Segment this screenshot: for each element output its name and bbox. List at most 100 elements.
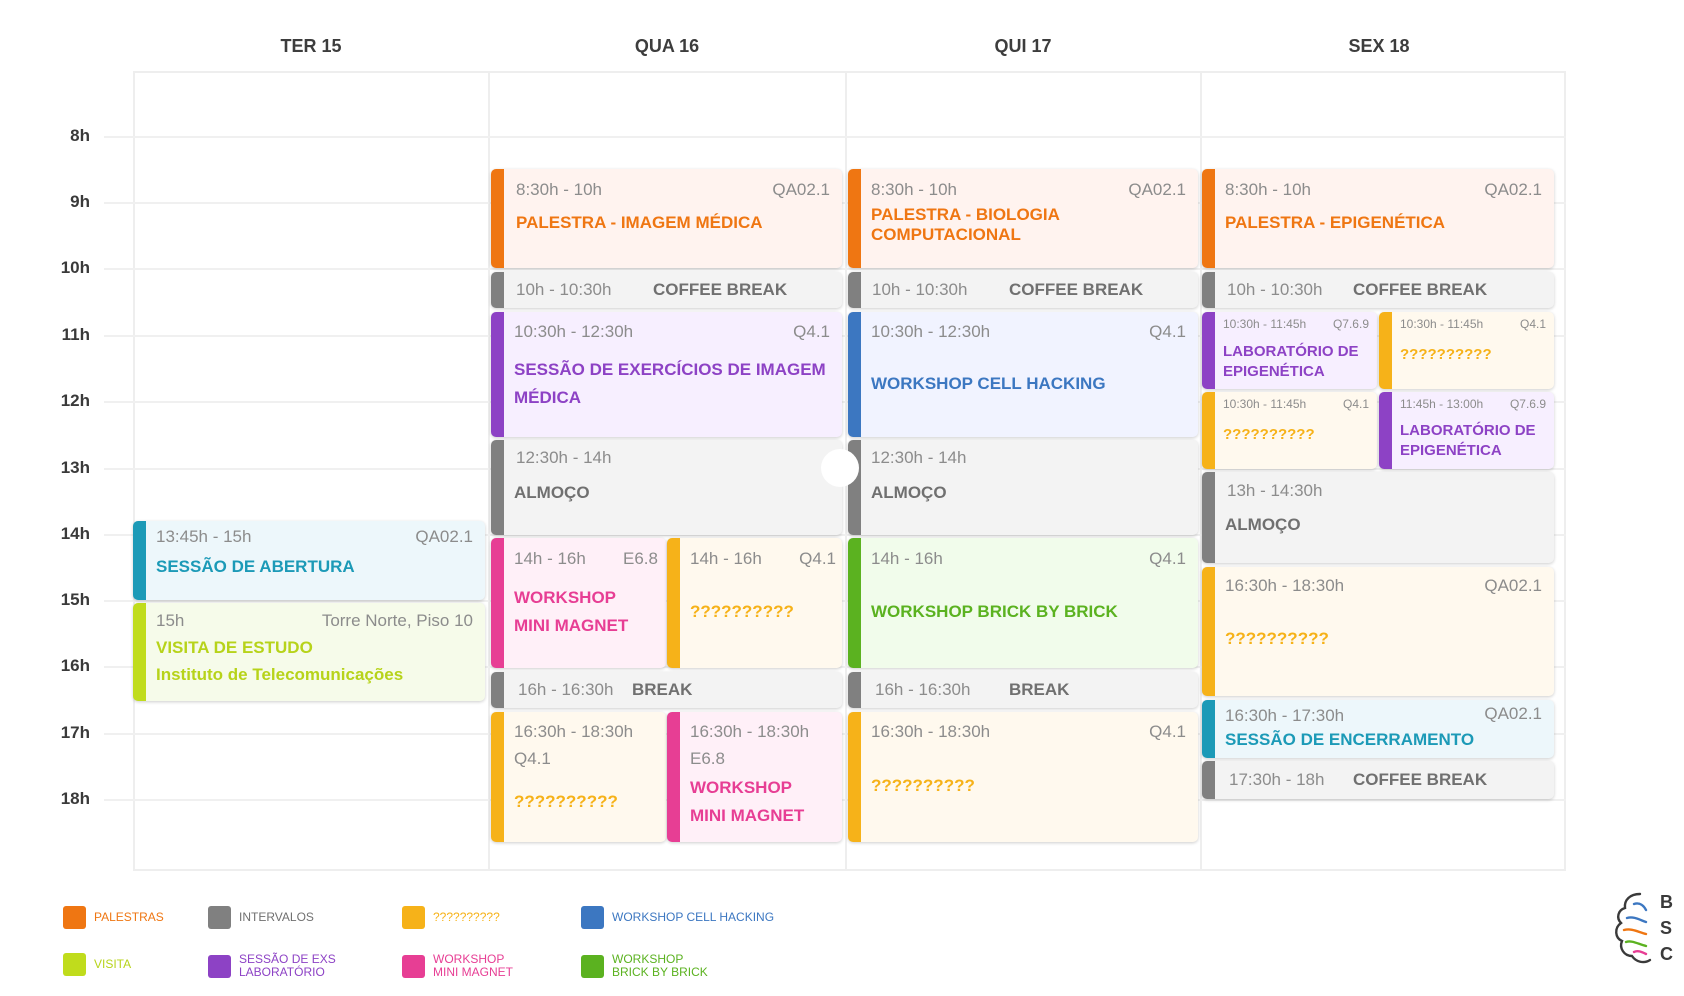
legend-label: INTERVALOS — [239, 910, 314, 924]
event-time: 13:45h - 15h — [156, 527, 252, 546]
event-laboratorio-epigenetica[interactable]: 10:30h - 11:45h Q7.6.9 LABORATÓRIO DE EP… — [1202, 312, 1377, 389]
event-room: Q7.6.9 — [1509, 397, 1546, 411]
event-workshop-brick-by-brick[interactable]: 14h - 16h Q4.1 WORKSHOP BRICK BY BRICK — [848, 538, 1198, 668]
event-title: ?????????? — [871, 776, 975, 795]
legend-swatch — [581, 906, 604, 929]
event-sessao-abertura[interactable]: 13:45h - 15h QA02.1 SESSÃO DE ABERTURA — [133, 521, 485, 600]
legend-label: VISITA — [94, 957, 132, 971]
event-time: 10:30h - 12:30h — [514, 322, 634, 341]
legend-label: PALESTRAS — [94, 910, 164, 924]
event-almoco[interactable]: 13h - 14:30h ALMOÇO — [1202, 472, 1554, 563]
event-title: COFFEE BREAK — [653, 280, 788, 299]
event-tba[interactable]: 10:30h - 11:45h Q4.1 ?????????? — [1202, 392, 1377, 469]
event-coffee-break[interactable]: 10h - 10:30h COFFEE BREAK — [491, 272, 842, 308]
event-coffee-break[interactable]: 17:30h - 18h COFFEE BREAK — [1202, 761, 1554, 799]
legend-swatch — [402, 906, 425, 929]
event-workshop-cell-hacking[interactable]: 10:30h - 12:30h Q4.1 WORKSHOP CELL HACKI… — [848, 312, 1198, 437]
event-time: 10h - 10:30h — [1227, 280, 1323, 299]
event-title: PALESTRA - BIOLOGIA COMPUTACIONAL — [871, 205, 1060, 244]
event-time: 11:45h - 13:00h — [1400, 397, 1484, 411]
event-sessao-exercicios[interactable]: 10:30h - 12:30h Q4.1 SESSÃO DE EXERCÍCIO… — [491, 312, 842, 437]
event-coffee-break[interactable]: 10h - 10:30h COFFEE BREAK — [848, 272, 1198, 308]
event-time: 14h - 16h — [514, 549, 586, 568]
event-time: 16:30h - 18:30h — [514, 722, 634, 741]
legend-intervalos: INTERVALOS — [208, 906, 314, 929]
event-sessao-encerramento[interactable]: 16:30h - 17:30h QA02.1 SESSÃO DE ENCERRA… — [1202, 700, 1554, 758]
hour-label: 17h — [60, 723, 90, 742]
event-visita-estudo[interactable]: 15h Torre Norte, Piso 10 VISITA DE ESTUD… — [133, 603, 485, 701]
event-tba[interactable]: 10:30h - 11:45h Q4.1 ?????????? — [1379, 312, 1554, 389]
event-title: ALMOÇO — [514, 483, 590, 502]
logo-letter-c: C — [1660, 944, 1673, 964]
event-time: 8:30h - 10h — [871, 180, 958, 199]
event-title: LABORATÓRIO DE EPIGENÉTICA — [1223, 343, 1359, 380]
event-palestra-epigenetica[interactable]: 8:30h - 10h QA02.1 PALESTRA - EPIGENÉTIC… — [1202, 169, 1554, 268]
event-title: WORKSHOP MINI MAGNET — [690, 778, 805, 825]
legend-sessao-exs-laboratorio: SESSÃO DE EXS LABORATÓRIO — [208, 953, 336, 979]
legend-visita: VISITA — [63, 953, 131, 976]
event-time: 13h - 14:30h — [1227, 481, 1323, 500]
event-palestra-biologia[interactable]: 8:30h - 10h QA02.1 PALESTRA - BIOLOGIA C… — [848, 169, 1198, 268]
event-time: 10:30h - 12:30h — [871, 322, 991, 341]
event-title: ?????????? — [1400, 346, 1492, 363]
event-time: 8:30h - 10h — [1225, 180, 1312, 199]
event-time: 16h - 16:30h — [875, 680, 971, 699]
event-room: QA02.1 — [415, 527, 473, 546]
hour-label: 10h — [60, 258, 90, 277]
event-palestra-imagem-medica[interactable]: 8:30h - 10h QA02.1 PALESTRA - IMAGEM MÉD… — [491, 169, 842, 268]
legend-swatch — [63, 906, 86, 929]
event-room: QA02.1 — [772, 180, 830, 199]
event-time: 16:30h - 18:30h — [871, 722, 991, 741]
event-tba[interactable]: 16:30h - 18:30h Q4.1 ?????????? — [848, 712, 1198, 842]
day-header-qui: QUI 17 — [994, 36, 1052, 56]
event-time: 14h - 16h — [871, 549, 943, 568]
event-room: Q4.1 — [1342, 397, 1369, 411]
event-title: ALMOÇO — [871, 483, 947, 502]
legend-label: SESSÃO DE EXS LABORATÓRIO — [239, 952, 336, 979]
event-almoco[interactable]: 12:30h - 14h ALMOÇO — [491, 440, 842, 535]
day-header-sex: SEX 18 — [1348, 36, 1410, 56]
event-title: ALMOÇO — [1225, 515, 1301, 534]
event-title: ?????????? — [690, 602, 794, 621]
legend-label: WORKSHOP CELL HACKING — [612, 910, 775, 924]
event-break[interactable]: 16h - 16:30h BREAK — [491, 672, 842, 708]
event-laboratorio-epigenetica[interactable]: 11:45h - 13:00h Q7.6.9 LABORATÓRIO DE EP… — [1379, 392, 1554, 469]
event-time: 16:30h - 17:30h — [1225, 706, 1345, 725]
event-room: QA02.1 — [1484, 576, 1542, 595]
event-room: E6.8 — [690, 749, 725, 768]
legend-tba: ?????????? — [402, 906, 500, 929]
event-almoco[interactable]: 12:30h - 14h ALMOÇO — [848, 440, 1198, 535]
bsc-logo: B S C — [1615, 892, 1673, 964]
hour-line — [104, 268, 1566, 270]
hour-label: 13h — [60, 458, 90, 477]
event-break[interactable]: 16h - 16:30h BREAK — [848, 672, 1198, 708]
legend-workshop-brick-by-brick: WORKSHOP BRICK BY BRICK — [581, 953, 708, 979]
legend-label: WORKSHOP MINI MAGNET — [433, 952, 513, 979]
event-time: 16:30h - 18:30h — [690, 722, 810, 741]
event-room: QA02.1 — [1484, 180, 1542, 199]
event-title: WORKSHOP MINI MAGNET — [514, 588, 629, 635]
event-time: 12:30h - 14h — [871, 448, 967, 467]
day-header-ter: TER 15 — [280, 36, 342, 56]
event-time: 16:30h - 18:30h — [1225, 576, 1345, 595]
logo-letter-s: S — [1660, 918, 1672, 938]
event-room: Q4.1 — [1149, 722, 1186, 741]
event-title: COFFEE BREAK — [1353, 770, 1488, 789]
hour-label: 12h — [60, 391, 90, 410]
event-room: QA02.1 — [1484, 704, 1542, 723]
event-tba[interactable]: 14h - 16h Q4.1 ?????????? — [667, 538, 842, 668]
event-workshop-mini-magnet[interactable]: 16:30h - 18:30h E6.8 WORKSHOP MINI MAGNE… — [667, 712, 842, 842]
event-coffee-break[interactable]: 10h - 10:30h COFFEE BREAK — [1202, 272, 1554, 308]
hour-label: 11h — [61, 325, 90, 344]
event-time: 8:30h - 10h — [516, 180, 603, 199]
event-workshop-mini-magnet[interactable]: 14h - 16h E6.8 WORKSHOP MINI MAGNET — [491, 538, 666, 668]
legend-workshop-cell-hacking: WORKSHOP CELL HACKING — [581, 906, 774, 929]
event-title: VISITA DE ESTUDO — [156, 638, 313, 657]
event-title: PALESTRA - EPIGENÉTICA — [1225, 213, 1446, 232]
event-room: Q7.6.9 — [1332, 317, 1369, 331]
hour-label: 8h — [70, 126, 90, 145]
event-tba[interactable]: 16:30h - 18:30h Q4.1 ?????????? — [491, 712, 666, 842]
event-room: Q4.1 — [1519, 317, 1546, 331]
logo-letter-b: B — [1660, 892, 1673, 912]
event-tba[interactable]: 16:30h - 18:30h QA02.1 ?????????? — [1202, 567, 1554, 696]
